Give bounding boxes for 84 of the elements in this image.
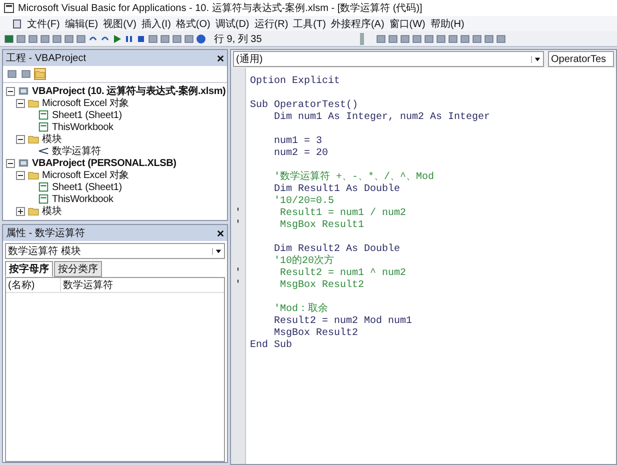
- menu-item[interactable]: 视图(V): [103, 16, 136, 30]
- tree-item[interactable]: 模块: [42, 204, 62, 218]
- tree-item[interactable]: Microsoft Excel 对象: [42, 96, 129, 110]
- code-comment: '数学运算符 +、-、*、/、^、Mod: [273, 172, 434, 183]
- tree-item[interactable]: Microsoft Excel 对象: [42, 168, 129, 182]
- tree-item[interactable]: Sheet1 (Sheet1): [52, 182, 122, 192]
- help-icon[interactable]: [196, 34, 206, 44]
- app-icon: [4, 3, 14, 13]
- project-icon: [18, 158, 29, 168]
- menu-item[interactable]: 运行(R): [254, 16, 288, 30]
- folder-icon: [28, 170, 39, 180]
- menu-item[interactable]: 文件(F): [27, 16, 60, 30]
- code-line: Result2 = num2 Mod num1: [273, 316, 412, 327]
- tree-item[interactable]: ThisWorkbook: [52, 122, 114, 132]
- code-line: Dim num1 As Integer, num2 As Integer: [273, 112, 490, 123]
- code-comment: Result1 = num1 / num2: [279, 208, 406, 219]
- menu-item[interactable]: 外接程序(A): [330, 16, 384, 30]
- pane-title: 工程 - VBAProject: [6, 52, 86, 65]
- collapse-toggle[interactable]: [6, 158, 15, 168]
- code-comment: '10的20次方: [273, 256, 334, 267]
- code-line: End Sub: [250, 340, 292, 351]
- code-line: num1 = 3: [273, 136, 322, 147]
- object-dropdown[interactable]: 数学运算符 模块: [5, 243, 225, 259]
- folder-icon: [28, 134, 39, 144]
- menu-item[interactable]: 格式(O): [176, 16, 210, 30]
- code-comment: MsgBox Result2: [279, 280, 364, 291]
- menu-item[interactable]: 调试(D): [215, 16, 250, 30]
- code-line: Dim Result2 As Double: [273, 244, 400, 255]
- document-icon[interactable]: [12, 18, 22, 28]
- tree-item[interactable]: VBAProject (PERSONAL.XLSB): [32, 158, 176, 168]
- project-icon: [18, 86, 29, 96]
- procedure-dropdown[interactable]: OperatorTes: [548, 51, 614, 67]
- margin-mark: ': [234, 208, 241, 219]
- close-icon[interactable]: [217, 54, 224, 62]
- collapse-toggle[interactable]: [16, 98, 25, 108]
- menu-item[interactable]: 编辑(E): [64, 16, 98, 30]
- code-line: Option Explicit: [250, 76, 340, 87]
- collapse-toggle[interactable]: [6, 86, 15, 96]
- object-dropdown[interactable]: (通用): [233, 51, 544, 67]
- stop-icon[interactable]: [136, 34, 146, 44]
- sheet-icon: [38, 110, 49, 120]
- property-name: (名称): [6, 278, 61, 292]
- expand-toggle[interactable]: [16, 206, 25, 216]
- sheet-icon: [38, 182, 49, 192]
- tab[interactable]: 按分类序: [54, 261, 102, 277]
- folder-icon: [28, 98, 39, 108]
- cursor-position: 行 9, 列 35: [214, 32, 262, 46]
- menu-item[interactable]: 工具(T): [293, 16, 326, 30]
- dropdown-arrow-icon: [212, 248, 222, 254]
- close-icon[interactable]: [217, 230, 224, 236]
- folder-icon[interactable]: [35, 69, 45, 79]
- code-comment: '10/20=0.5: [273, 196, 334, 207]
- workbook-icon: [38, 194, 49, 204]
- code-line: Dim Result1 As Double: [273, 184, 400, 195]
- tree-item[interactable]: VBAProject (10. 运算符与表达式-案例.xlsm): [32, 84, 226, 98]
- code-line: MsgBox Result2: [273, 328, 358, 339]
- pane-title: 属性 - 数学运算符: [6, 226, 85, 240]
- margin-mark: ': [234, 220, 241, 231]
- code-line: Sub OperatorTest(): [250, 100, 358, 111]
- tree-item[interactable]: 模块: [42, 132, 62, 146]
- folder-icon: [28, 206, 39, 216]
- menu-item[interactable]: 窗口(W): [389, 16, 426, 30]
- pause-icon[interactable]: [124, 34, 134, 44]
- tree-item[interactable]: Sheet1 (Sheet1): [52, 110, 122, 120]
- property-value[interactable]: 数学运算符: [61, 278, 115, 292]
- window-title: Microsoft Visual Basic for Applications - 10. 运算符与表达式-案例.xlsm - [数学运算符 (代码)]: [18, 2, 422, 15]
- menu-item[interactable]: 插入(I): [141, 16, 171, 30]
- module-icon: [38, 146, 49, 156]
- collapse-toggle[interactable]: [16, 170, 25, 180]
- play-icon[interactable]: [112, 34, 122, 44]
- tree-item[interactable]: ThisWorkbook: [52, 194, 114, 204]
- excel-icon[interactable]: [4, 34, 14, 44]
- code-comment: MsgBox Result1: [279, 220, 364, 231]
- margin-mark: ': [234, 280, 241, 291]
- menu-item[interactable]: 帮助(H): [430, 16, 464, 30]
- code-comment: 'Mod：取余: [273, 304, 328, 315]
- code-line: num2 = 20: [273, 148, 328, 159]
- tab[interactable]: 按字母序: [5, 261, 53, 277]
- workbook-icon: [38, 122, 49, 132]
- margin-mark: ': [234, 268, 241, 279]
- tree-item[interactable]: 数学运算符: [52, 144, 102, 158]
- dropdown-arrow-icon: [531, 56, 541, 62]
- code-comment: Result2 = num1 ^ num2: [279, 268, 406, 279]
- collapse-toggle[interactable]: [16, 134, 25, 144]
